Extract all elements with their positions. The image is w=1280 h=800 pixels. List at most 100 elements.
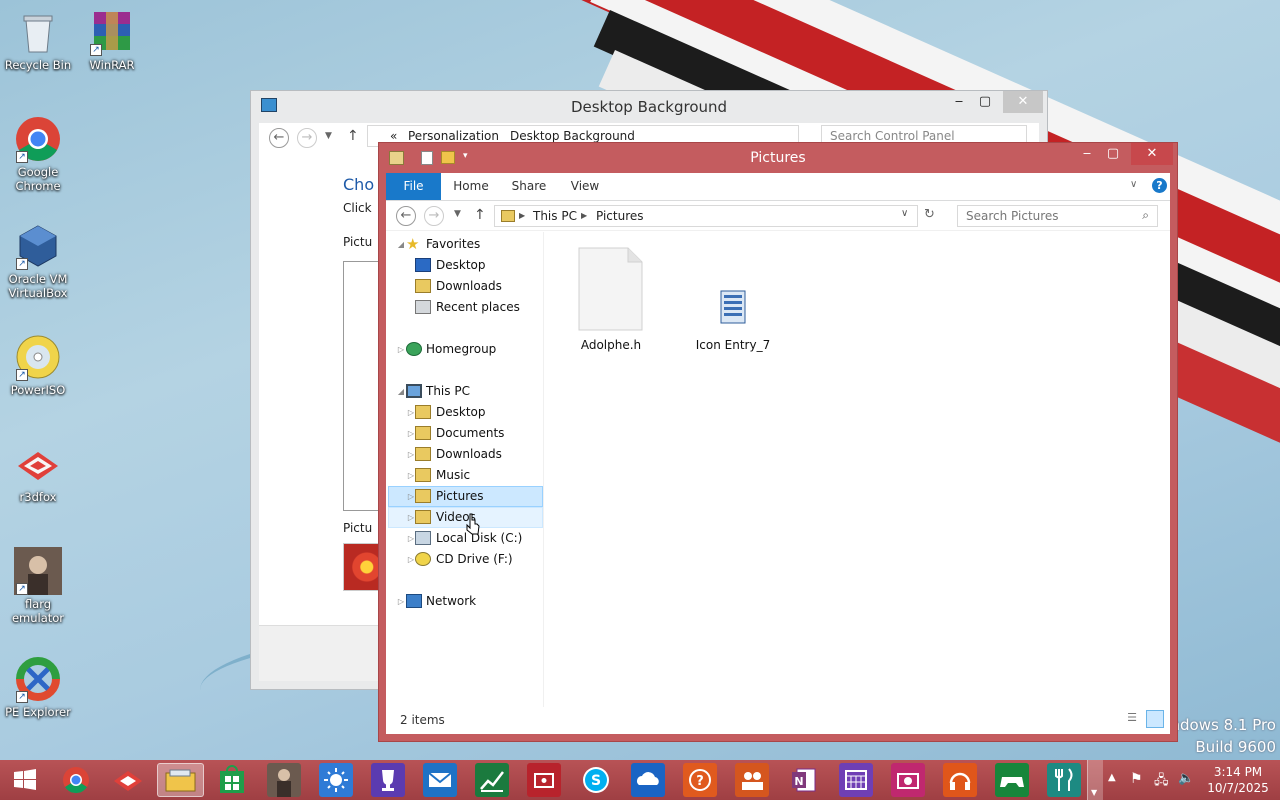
music-icon[interactable]	[943, 763, 977, 797]
file-list[interactable]: Adolphe.h Icon Entry_7	[545, 232, 1170, 707]
start-icon[interactable]	[8, 763, 42, 797]
weather-icon[interactable]	[319, 763, 353, 797]
chrome-icon[interactable]	[59, 763, 93, 797]
up-button[interactable]: ↑	[347, 128, 359, 144]
trophy-icon[interactable]	[371, 763, 405, 797]
up-button[interactable]: ↑	[474, 207, 486, 223]
games-icon[interactable]	[995, 763, 1029, 797]
desktop-icon-virtualbox[interactable]: ↗ Oracle VM VirtualBox	[1, 222, 75, 300]
tab-home[interactable]: Home	[446, 173, 496, 200]
refresh-button[interactable]: ↻	[924, 207, 935, 222]
breadcrumb-separator[interactable]: ▶	[581, 211, 587, 220]
nav-pc-documents[interactable]: ▷ Documents	[388, 423, 543, 444]
desktop-icon-poweriso[interactable]: ↗ PowerISO	[1, 333, 75, 397]
desktop-icon-winrar[interactable]: ↗ WinRAR	[75, 8, 149, 72]
picture-list[interactable]	[343, 261, 383, 511]
nav-pc-downloads[interactable]: ▷ Downloads	[388, 444, 543, 465]
expand-icon[interactable]: ▷	[396, 591, 406, 612]
window-titlebar[interactable]: ▾ Pictures ‒ ▢ ✕	[379, 143, 1177, 173]
help-icon[interactable]: ?	[1152, 178, 1167, 193]
nav-pc-desktop[interactable]: ▷ Desktop	[388, 402, 543, 423]
finance-icon[interactable]	[475, 763, 509, 797]
onenote-icon[interactable]: N	[787, 763, 821, 797]
navigation-pane[interactable]: ◢ ★ Favorites Desktop Downloads Recent p…	[386, 232, 544, 707]
tab-share[interactable]: Share	[504, 173, 554, 200]
nav-favorites-downloads[interactable]: Downloads	[388, 276, 543, 297]
video-icon[interactable]	[527, 763, 561, 797]
tab-view[interactable]: View	[560, 173, 610, 200]
nav-favorites-recent-places[interactable]: Recent places	[388, 297, 543, 318]
nav-favorites[interactable]: ◢ ★ Favorites	[388, 234, 543, 255]
action-center-flag-icon[interactable]: ⚑	[1130, 771, 1143, 787]
clock[interactable]: 3:14 PM 10/7/2025	[1202, 764, 1274, 796]
breadcrumb-separator[interactable]: ▶	[519, 211, 525, 220]
nav-pc-music[interactable]: ▷ Music	[388, 465, 543, 486]
show-hidden-icons-button[interactable]: ▲	[1108, 772, 1116, 783]
clock-time: 3:14 PM	[1213, 765, 1263, 779]
desktop-icon-recycle-bin[interactable]: Recycle Bin	[1, 8, 75, 72]
forward-button[interactable]: →	[424, 206, 444, 226]
file-explorer-window[interactable]: ▾ Pictures ‒ ▢ ✕ File Home Share View ∨ …	[378, 142, 1178, 742]
desktop-icon-pe-explorer[interactable]: ↗ PE Explorer	[1, 655, 75, 719]
nav-this-pc[interactable]: ◢ This PC	[388, 381, 543, 402]
food-icon[interactable]	[1047, 763, 1081, 797]
store-icon[interactable]	[215, 763, 249, 797]
search-input[interactable]: Search Pictures ⌕	[957, 205, 1158, 227]
close-button[interactable]: ✕	[1003, 91, 1043, 113]
recent-locations-button[interactable]: ▼	[454, 209, 461, 219]
breadcrumb-personalization[interactable]: Personalization	[408, 129, 499, 143]
file-item[interactable]: Adolphe.h	[559, 246, 663, 352]
flarg-icon[interactable]	[267, 763, 301, 797]
maximize-button[interactable]: ▢	[971, 91, 999, 113]
minimize-button[interactable]: ‒	[1073, 143, 1101, 165]
downloads-folder-icon	[415, 279, 431, 293]
tab-file[interactable]: File	[386, 173, 441, 200]
maximize-button[interactable]: ▢	[1099, 143, 1127, 165]
forward-button[interactable]: →	[297, 128, 317, 148]
recent-locations-button[interactable]: ▼	[325, 131, 332, 141]
desktop-icon-flarg-emulator[interactable]: ↗ flarg emulator	[1, 547, 75, 625]
picture-thumbnail[interactable]	[343, 543, 383, 591]
drive-icon	[415, 531, 431, 545]
window-titlebar[interactable]: Desktop Background ‒ ▢ ✕	[251, 91, 1047, 123]
nav-pc-pictures[interactable]: ▷ Pictures	[388, 486, 543, 507]
back-button[interactable]: ←	[269, 128, 289, 148]
breadcrumb-desktop-background[interactable]: Desktop Background	[510, 129, 635, 143]
expand-icon[interactable]: ▷	[396, 339, 406, 360]
expand-ribbon-icon[interactable]: ∨	[1130, 179, 1137, 190]
skype-icon[interactable]: S	[579, 763, 613, 797]
details-view-button[interactable]: ☰	[1124, 711, 1140, 727]
collapse-icon[interactable]: ◢	[396, 381, 406, 402]
nav-network[interactable]: ▷ Network	[388, 591, 543, 612]
calendar-icon[interactable]	[839, 763, 873, 797]
minimize-button[interactable]: ‒	[945, 91, 973, 113]
address-dropdown-icon[interactable]: ∨	[901, 208, 908, 219]
network-status-icon[interactable]: 🖧	[1154, 771, 1169, 793]
taskbar: S ? N ▼ ▲ ⚑ 🖧 🔈 3:14 PM 10/7/2025	[0, 760, 1280, 800]
desktop-icon-r3dfox[interactable]: r3dfox	[1, 440, 75, 504]
address-bar[interactable]: ▶ This PC ▶ Pictures ∨	[494, 205, 918, 227]
desktop-icon-google-chrome[interactable]: ↗ Google Chrome	[1, 115, 75, 193]
close-button[interactable]: ✕	[1131, 143, 1173, 165]
pictures-folder-icon	[415, 489, 431, 503]
nav-homegroup[interactable]: ▷ Homegroup	[388, 339, 543, 360]
onedrive-icon[interactable]	[631, 763, 665, 797]
file-explorer-icon[interactable]	[157, 763, 204, 797]
help-icon[interactable]: ?	[683, 763, 717, 797]
file-item[interactable]: Icon Entry_7	[681, 246, 785, 352]
breadcrumb-overflow[interactable]: «	[390, 129, 397, 143]
nav-pc-cd-drive[interactable]: ▷ CD Drive (F:)	[388, 549, 543, 570]
mail-icon[interactable]	[423, 763, 457, 797]
volume-muted-icon[interactable]: 🔈	[1178, 771, 1194, 786]
breadcrumb-pictures[interactable]: Pictures	[596, 209, 644, 223]
camera-icon[interactable]	[891, 763, 925, 797]
nav-favorites-desktop[interactable]: Desktop	[388, 255, 543, 276]
r3dfox-icon[interactable]	[111, 763, 145, 797]
taskbar-scroll-button[interactable]: ▼	[1087, 760, 1103, 800]
people-icon[interactable]	[735, 763, 769, 797]
page-instruction: Click	[343, 201, 372, 215]
large-icons-view-button[interactable]	[1146, 710, 1164, 728]
collapse-icon[interactable]: ◢	[396, 234, 406, 255]
back-button[interactable]: ←	[396, 206, 416, 226]
breadcrumb-this-pc[interactable]: This PC	[533, 209, 577, 223]
